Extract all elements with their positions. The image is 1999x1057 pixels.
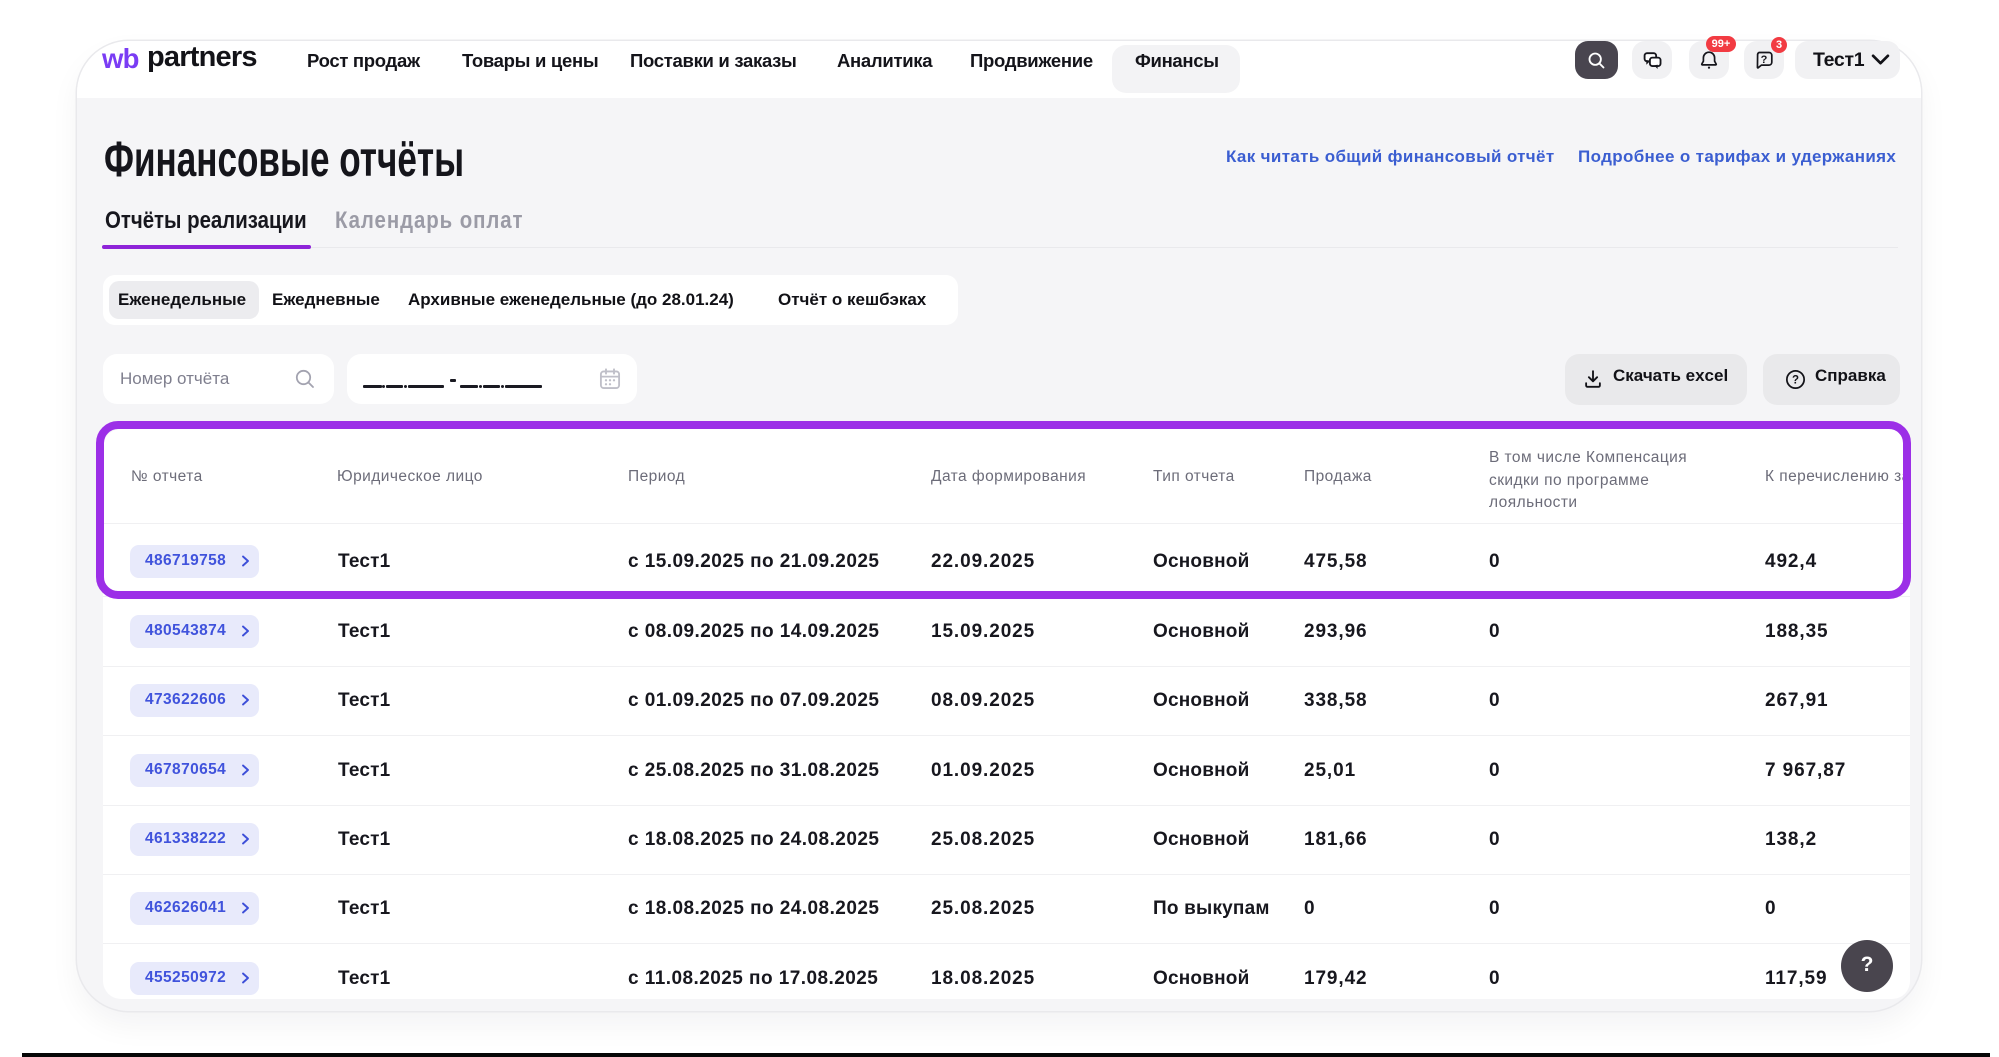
svg-text:?: ? xyxy=(1761,54,1768,66)
svg-text:?: ? xyxy=(1792,375,1799,387)
